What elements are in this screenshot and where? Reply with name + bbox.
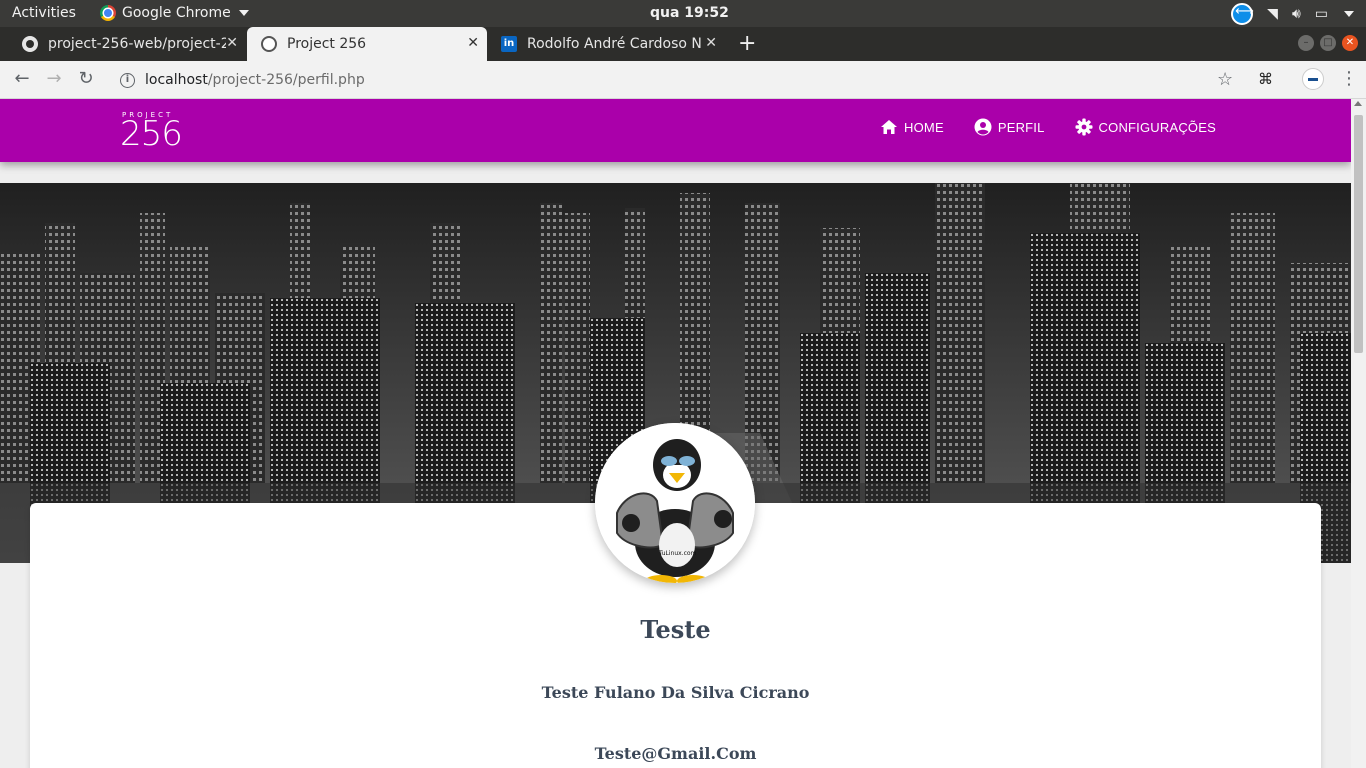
close-icon[interactable]: ✕ bbox=[226, 35, 238, 51]
address-bar[interactable]: i localhost/project-256/perfil.php bbox=[114, 65, 1244, 95]
browser-toolbar: ← → ↻ i localhost/project-256/perfil.php… bbox=[0, 61, 1366, 99]
minimize-icon[interactable]: – bbox=[1298, 35, 1314, 51]
nav-home-label: HOME bbox=[904, 119, 944, 135]
teamviewer-icon[interactable] bbox=[1231, 3, 1254, 25]
scrollbar-thumb[interactable] bbox=[1354, 115, 1363, 353]
clock[interactable]: qua 19:52 bbox=[650, 5, 729, 21]
site-navbar: PROJECT 256 HOME PERFIL CONFIGURAÇÕES bbox=[0, 99, 1351, 162]
extension-icon[interactable]: ⌘ bbox=[1258, 70, 1276, 88]
chrome-icon bbox=[100, 5, 116, 21]
close-icon[interactable]: ✕ bbox=[705, 35, 717, 51]
wifi-icon: ◥ bbox=[1267, 6, 1278, 22]
profile-card: TuLinux.com Teste Teste Fulano Da Silva … bbox=[30, 423, 1321, 768]
new-tab-button[interactable]: + bbox=[738, 31, 756, 56]
profile-email: Teste@Gmail.Com bbox=[594, 744, 757, 763]
page-viewport: PROJECT 256 HOME PERFIL CONFIGURAÇÕES Tu… bbox=[0, 99, 1351, 768]
tab-title: Project 256 bbox=[287, 36, 367, 52]
nav-configuracoes[interactable]: CONFIGURAÇÕES bbox=[1075, 118, 1216, 136]
tab-github[interactable]: project-256-web/project-2 ✕ bbox=[8, 27, 246, 61]
nav-configuracoes-label: CONFIGURAÇÕES bbox=[1098, 119, 1216, 135]
site-logo[interactable]: PROJECT 256 bbox=[120, 111, 183, 154]
page-scrollbar[interactable] bbox=[1351, 99, 1366, 768]
scroll-up-icon[interactable] bbox=[1354, 101, 1362, 106]
penguin-avatar-image: TuLinux.com bbox=[595, 423, 755, 583]
battery-icon: ▭ bbox=[1314, 6, 1328, 22]
maximize-icon[interactable]: □ bbox=[1320, 35, 1336, 51]
close-icon[interactable]: ✕ bbox=[467, 35, 479, 51]
window-controls: – □ ✕ bbox=[1298, 35, 1358, 51]
url-path: /project-256/perfil.php bbox=[207, 72, 365, 88]
linkedin-icon: in bbox=[501, 36, 517, 52]
app-menu-label: Google Chrome bbox=[122, 5, 231, 21]
home-icon bbox=[881, 120, 898, 134]
tab-linkedin[interactable]: in Rodolfo André Cardoso N ✕ bbox=[487, 27, 725, 61]
profile-avatar-icon[interactable] bbox=[1302, 68, 1324, 90]
more-vert-icon[interactable]: ⋮ bbox=[1340, 68, 1358, 89]
activities-button[interactable]: Activities bbox=[12, 5, 76, 21]
volume-icon: 🔊︎ bbox=[1291, 6, 1301, 22]
nav-perfil[interactable]: PERFIL bbox=[974, 118, 1045, 136]
tab-title: Rodolfo André Cardoso N bbox=[527, 36, 702, 52]
back-icon[interactable]: ← bbox=[10, 67, 34, 91]
chevron-down-icon bbox=[238, 10, 249, 16]
site-nav-menu: HOME PERFIL CONFIGURAÇÕES bbox=[880, 118, 1216, 136]
system-menu-chevron-icon[interactable] bbox=[1344, 11, 1354, 17]
profile-full-name: Teste Fulano Da Silva Cicrano bbox=[541, 683, 810, 702]
account-circle-icon bbox=[974, 118, 992, 136]
avatar-caption: TuLinux.com bbox=[658, 550, 697, 557]
github-icon bbox=[22, 36, 38, 52]
forward-icon[interactable]: → bbox=[42, 67, 66, 91]
close-window-icon[interactable]: ✕ bbox=[1342, 35, 1358, 51]
gear-icon bbox=[1075, 118, 1093, 136]
app-menu[interactable]: Google Chrome bbox=[100, 5, 249, 21]
bookmark-star-icon[interactable]: ☆ bbox=[1217, 69, 1233, 90]
nav-home[interactable]: HOME bbox=[880, 118, 944, 136]
page-icon bbox=[261, 36, 277, 52]
logo-number: 256 bbox=[120, 114, 183, 154]
system-tray[interactable]: ◥ 🔊︎ ▭ bbox=[1231, 3, 1354, 25]
reload-icon[interactable]: ↻ bbox=[74, 67, 98, 91]
browser-tab-strip: project-256-web/project-2 ✕ Project 256 … bbox=[0, 27, 1366, 61]
tab-title: project-256-web/project-2 bbox=[48, 36, 226, 52]
tab-project-256[interactable]: Project 256 ✕ bbox=[247, 27, 487, 61]
info-icon[interactable]: i bbox=[120, 72, 135, 88]
system-top-bar: Activities Google Chrome qua 19:52 ◥ 🔊︎ … bbox=[0, 0, 1366, 27]
profile-username: Teste bbox=[640, 615, 711, 644]
nav-perfil-label: PERFIL bbox=[997, 119, 1045, 135]
avatar: TuLinux.com bbox=[595, 423, 755, 583]
url-host: localhost bbox=[145, 72, 208, 88]
